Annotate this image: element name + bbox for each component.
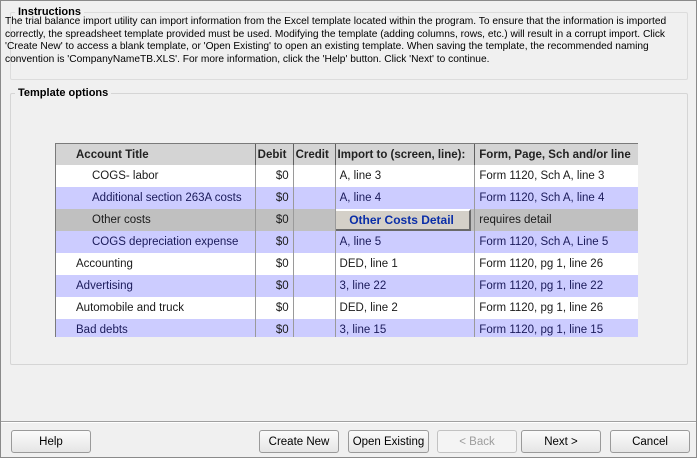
- header-debit[interactable]: Debit: [256, 144, 294, 165]
- cell-credit[interactable]: [294, 209, 336, 231]
- table-row[interactable]: Automobile and truck $0 DED, line 2 Form…: [56, 297, 638, 319]
- cell-account-title: Additional section 263A costs: [56, 187, 256, 209]
- table-row-selected[interactable]: Other costs $0 Other Costs Detail requir…: [56, 209, 638, 231]
- cell-credit[interactable]: [294, 275, 336, 297]
- cell-credit[interactable]: [294, 187, 336, 209]
- cell-debit[interactable]: $0: [256, 231, 294, 253]
- cell-account-title: COGS depreciation expense: [56, 231, 256, 253]
- cell-form-page: Form 1120, pg 1, line 26: [479, 302, 604, 314]
- cell-credit[interactable]: [294, 253, 336, 275]
- cell-account-title: COGS- labor: [56, 165, 256, 187]
- cell-credit[interactable]: [294, 231, 336, 253]
- cell-import-to: A, line 5: [336, 231, 476, 253]
- back-button[interactable]: < Back: [437, 430, 517, 453]
- cell-import-to: 3, line 15: [336, 319, 476, 337]
- cell-account-title: Automobile and truck: [56, 297, 256, 319]
- header-import-to[interactable]: Import to (screen, line):: [336, 144, 476, 165]
- help-button[interactable]: Help: [11, 430, 91, 453]
- import-wizard-window: Instructions The trial balance import ut…: [0, 0, 697, 458]
- cell-form-page: Form 1120, pg 1, line 15: [479, 324, 604, 336]
- cell-debit[interactable]: $0: [256, 187, 294, 209]
- cell-debit[interactable]: $0: [256, 319, 294, 337]
- table-row[interactable]: Accounting $0 DED, line 1 Form 1120, pg …: [56, 253, 638, 275]
- other-costs-detail-button[interactable]: Other Costs Detail: [335, 209, 471, 231]
- cancel-button[interactable]: Cancel: [610, 430, 690, 453]
- cell-debit[interactable]: $0: [256, 253, 294, 275]
- instructions-text: The trial balance import utility can imp…: [5, 16, 667, 65]
- cell-import-to: A, line 3: [336, 165, 476, 187]
- cell-import-to: DED, line 1: [336, 253, 476, 275]
- header-form-page[interactable]: Form, Page, Sch and/or line: [475, 144, 638, 165]
- cell-debit[interactable]: $0: [256, 297, 294, 319]
- table-row[interactable]: Advertising $0 3, line 22 Form 1120, pg …: [56, 275, 638, 297]
- cell-account-title: Accounting: [56, 253, 256, 275]
- cell-import-to: 3, line 22: [336, 275, 476, 297]
- account-grid[interactable]: Account Title Debit Credit Import to (sc…: [55, 143, 638, 337]
- cell-debit[interactable]: $0: [256, 275, 294, 297]
- table-row[interactable]: COGS- labor $0 A, line 3 Form 1120, Sch …: [56, 165, 638, 187]
- grid-header: Account Title Debit Credit Import to (sc…: [56, 144, 638, 165]
- cell-form-page: Form 1120, pg 1, line 26: [479, 258, 604, 270]
- cell-account-title: Advertising: [56, 275, 256, 297]
- cell-form-page: Form 1120, Sch A, Line 5: [479, 236, 609, 248]
- table-row[interactable]: Additional section 263A costs $0 A, line…: [56, 187, 638, 209]
- header-credit[interactable]: Credit: [294, 144, 336, 165]
- cell-form-page: Form 1120, Sch A, line 4: [479, 192, 605, 204]
- cell-import-to: Other Costs Detail: [335, 209, 476, 231]
- cell-credit[interactable]: [294, 165, 336, 187]
- cell-debit[interactable]: $0: [256, 165, 294, 187]
- cell-import-to: DED, line 2: [336, 297, 476, 319]
- cell-form-page: requires detail: [479, 214, 552, 226]
- cell-credit[interactable]: [294, 297, 336, 319]
- cell-import-to: A, line 4: [336, 187, 476, 209]
- create-new-button[interactable]: Create New: [259, 430, 339, 453]
- next-button[interactable]: Next >: [521, 430, 601, 453]
- bottom-divider: [1, 421, 696, 423]
- open-existing-button[interactable]: Open Existing: [348, 430, 429, 453]
- table-row[interactable]: Bad debts $0 3, line 15 Form 1120, pg 1,…: [56, 319, 638, 337]
- cell-form-page: Form 1120, Sch A, line 3: [479, 170, 605, 182]
- cell-account-title: Other costs: [56, 209, 256, 231]
- header-account-title[interactable]: Account Title: [56, 144, 256, 165]
- cell-credit[interactable]: [294, 319, 336, 337]
- template-options-title: Template options: [18, 87, 109, 99]
- cell-form-page: Form 1120, pg 1, line 22: [479, 280, 604, 292]
- cell-debit[interactable]: $0: [256, 209, 294, 231]
- cell-account-title: Bad debts: [56, 319, 256, 337]
- table-row[interactable]: COGS depreciation expense $0 A, line 5 F…: [56, 231, 638, 253]
